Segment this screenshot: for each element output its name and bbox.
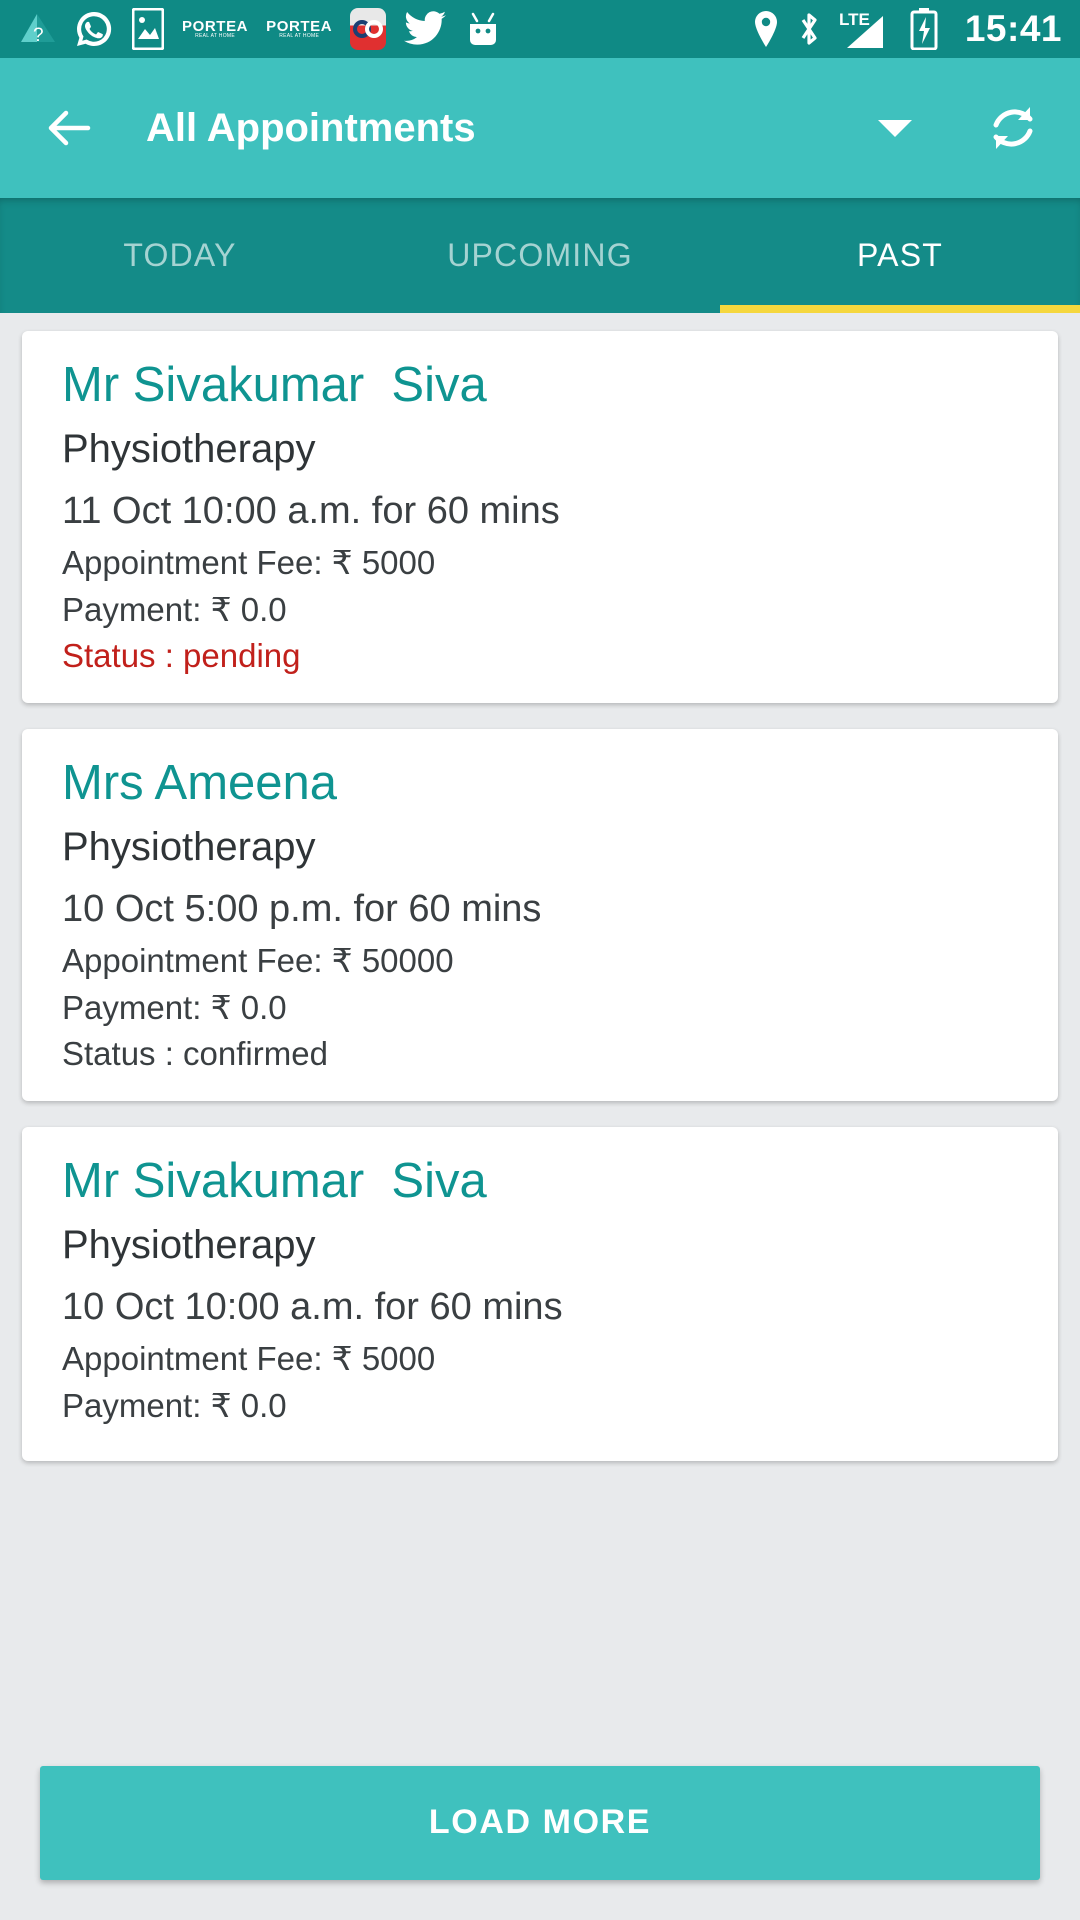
portea-sub-1: REAL AT HOME xyxy=(195,33,235,40)
twitter-icon xyxy=(404,11,447,47)
service-name: Physiotherapy xyxy=(62,825,316,869)
appointment-payment: Payment: ₹ 0.0 xyxy=(62,989,287,1026)
appointment-datetime: 10 Oct 5:00 p.m. for 60 mins xyxy=(62,888,542,930)
lte-signal-icon: LTE xyxy=(839,8,893,50)
android-icon xyxy=(464,10,502,48)
status-badge: Status : confirmed xyxy=(62,1035,328,1072)
battery-charging-icon xyxy=(910,8,938,50)
status-badge: Status : pending xyxy=(62,637,301,674)
gallery-icon xyxy=(132,8,164,50)
status-bar-right-icons: LTE 15:41 xyxy=(753,8,1062,50)
appointment-fee: Appointment Fee: ₹ 5000 xyxy=(62,1340,436,1377)
tab-past[interactable]: PAST xyxy=(720,198,1080,313)
patient-name: Mr Sivakumar Siva xyxy=(62,358,487,412)
appointment-list[interactable]: Mr Sivakumar Siva Physiotherapy 11 Oct 1… xyxy=(0,313,1080,1920)
location-icon xyxy=(753,10,779,48)
tab-upcoming[interactable]: UPCOMING xyxy=(360,198,720,313)
tab-today[interactable]: TODAY xyxy=(0,198,360,313)
app-bar: All Appointments xyxy=(0,58,1080,198)
portea-label-2: PORTEA xyxy=(266,17,333,35)
active-tab-indicator xyxy=(720,305,1080,313)
page-title: All Appointments xyxy=(146,105,476,150)
appointment-card[interactable]: Mr Sivakumar Siva Physiotherapy 11 Oct 1… xyxy=(22,331,1058,703)
tab-past-label: PAST xyxy=(856,237,943,273)
tab-today-label: TODAY xyxy=(123,237,237,273)
tab-upcoming-label: UPCOMING xyxy=(447,237,633,273)
appointment-payment: Payment: ₹ 0.0 xyxy=(62,591,287,628)
portea-sub-2: REAL AT HOME xyxy=(279,33,320,40)
status-bar: ? PORTEA REAL AT HOME PORTEA REAL AT HOM… xyxy=(0,0,1080,58)
bluetooth-icon xyxy=(796,9,822,49)
back-button[interactable] xyxy=(42,100,98,156)
portea-icon-1: PORTEA REAL AT HOME xyxy=(182,17,249,40)
refresh-button[interactable] xyxy=(984,99,1042,157)
status-bar-left-icons: ? PORTEA REAL AT HOME PORTEA REAL AT HOM… xyxy=(18,8,753,50)
portea-label-1: PORTEA xyxy=(182,17,249,35)
chevron-down-icon[interactable] xyxy=(878,119,912,137)
appointment-datetime: 11 Oct 10:00 a.m. for 60 mins xyxy=(62,490,560,532)
patient-name: Mrs Ameena xyxy=(62,756,338,810)
appointment-fee: Appointment Fee: ₹ 5000 xyxy=(62,544,436,581)
portea-icon-2: PORTEA REAL AT HOME xyxy=(266,17,333,40)
patient-name: Mr Sivakumar Siva xyxy=(62,1154,487,1208)
service-name: Physiotherapy xyxy=(62,1223,316,1267)
wifi-unknown-icon: ? xyxy=(18,12,56,46)
appointment-card[interactable]: Mr Sivakumar Siva Physiotherapy 10 Oct 1… xyxy=(22,1127,1058,1461)
load-more-button[interactable]: LOAD MORE xyxy=(40,1765,1040,1880)
appointment-payment: Payment: ₹ 0.0 xyxy=(62,1387,287,1424)
appointment-datetime: 10 Oct 10:00 a.m. for 60 mins xyxy=(62,1286,563,1328)
appointment-fee: Appointment Fee: ₹ 50000 xyxy=(62,942,454,979)
svg-text:?: ? xyxy=(33,25,44,46)
footer-bar: LOAD MORE xyxy=(0,1725,1080,1920)
tab-bar: TODAY UPCOMING PAST xyxy=(0,198,1080,313)
app-red-icon xyxy=(350,8,387,50)
svg-text:LTE: LTE xyxy=(839,10,870,29)
whatsapp-icon xyxy=(74,9,114,49)
appointment-card[interactable]: Mrs Ameena Physiotherapy 10 Oct 5:00 p.m… xyxy=(22,729,1058,1101)
service-name: Physiotherapy xyxy=(62,427,316,471)
status-bar-clock: 15:41 xyxy=(964,8,1062,49)
